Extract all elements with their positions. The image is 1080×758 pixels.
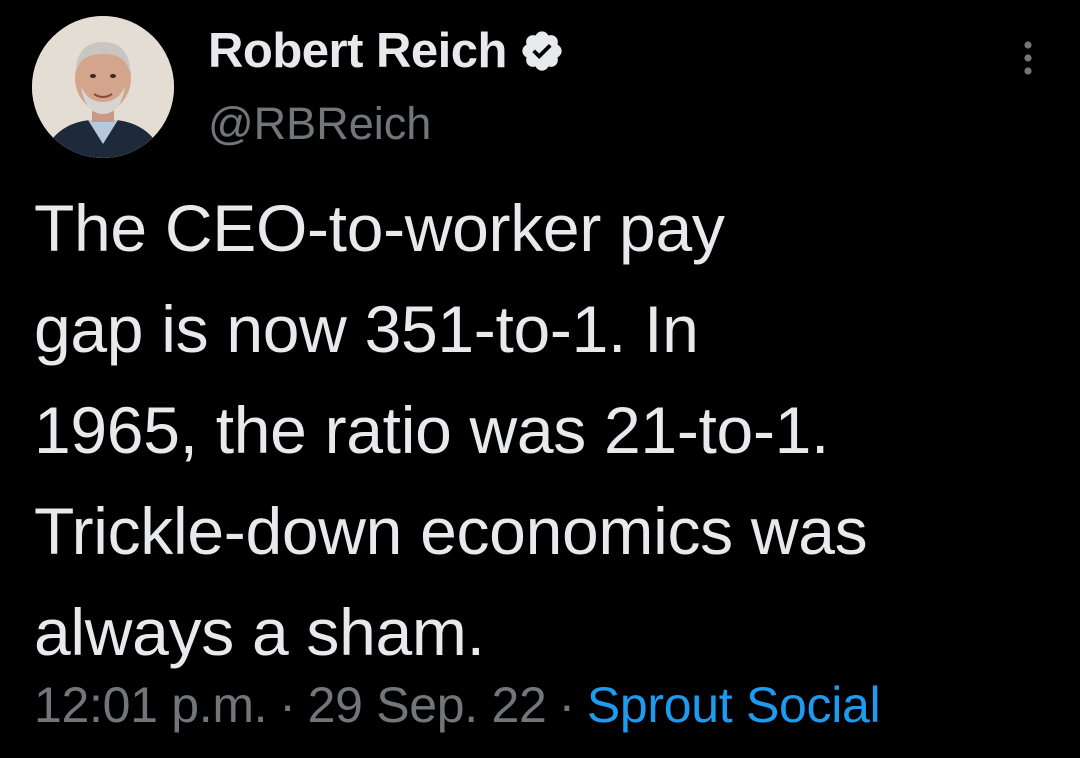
handle[interactable]: @RBReich: [208, 98, 431, 150]
tweet-date[interactable]: 29 Sep. 22: [308, 677, 547, 733]
tweet-text: The CEO-to-worker pay gap is now 351-to-…: [34, 191, 868, 669]
author-name-row: Robert Reich: [208, 20, 565, 82]
tweet-time[interactable]: 12:01 p.m.: [34, 677, 268, 733]
avatar[interactable]: [32, 16, 174, 158]
separator: ·: [279, 677, 296, 733]
separator: ·: [558, 677, 576, 733]
tweet-metadata: 12:01 p.m. · 29 Sep. 22 · Sprout Social: [34, 676, 881, 734]
verified-badge-icon: [519, 28, 565, 74]
display-name[interactable]: Robert Reich: [208, 23, 507, 79]
more-options-icon[interactable]: [1008, 38, 1048, 78]
tweet: Robert Reich @RBReich The CEO-to-worker …: [0, 0, 1080, 758]
tweet-source-link[interactable]: Sprout Social: [587, 677, 881, 733]
avatar-image: [32, 16, 174, 158]
